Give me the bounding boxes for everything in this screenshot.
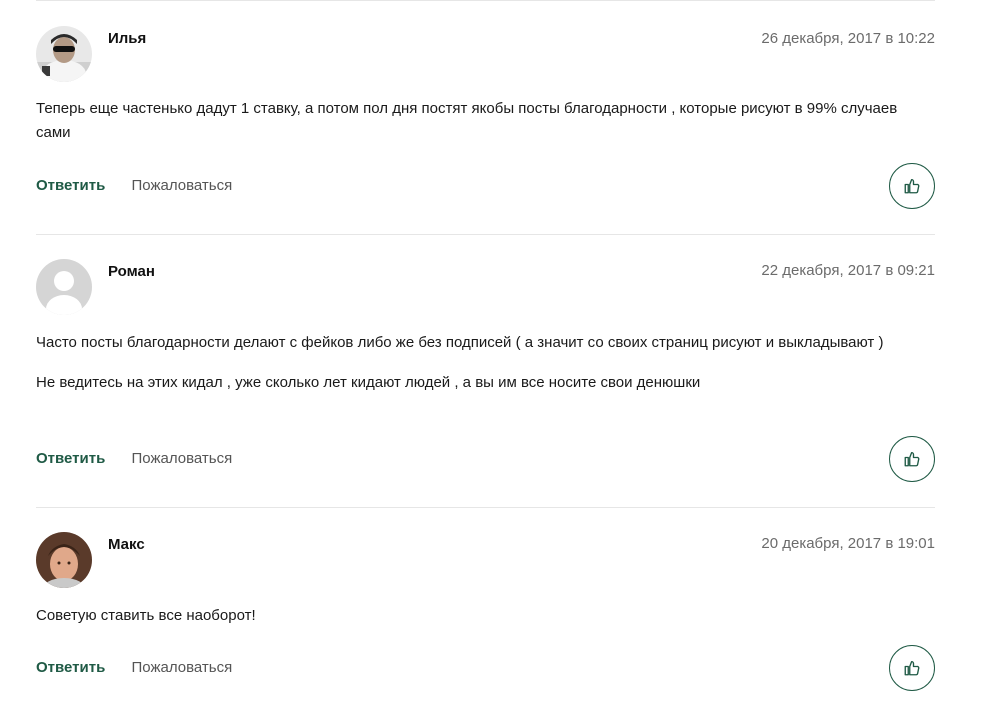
comment-text: Теперь еще частенько дадут 1 ставку, а п… bbox=[36, 97, 916, 161]
avatar bbox=[36, 532, 92, 588]
reply-button[interactable]: Ответить bbox=[36, 450, 105, 467]
comment-divider bbox=[36, 507, 935, 508]
comment-paragraph: Не ведитесь на этих кидал , уже сколько … bbox=[36, 374, 701, 391]
avatar bbox=[36, 26, 92, 82]
thumbs-up-icon bbox=[904, 451, 920, 467]
comment-actions: Ответить Пожаловаться bbox=[36, 177, 232, 194]
comment-paragraph: Теперь еще частенько дадут 1 ставку, а п… bbox=[36, 100, 898, 141]
report-button[interactable]: Пожаловаться bbox=[132, 177, 233, 194]
thumbs-up-icon bbox=[904, 660, 920, 676]
like-button[interactable] bbox=[889, 163, 935, 209]
comment-author: Илья bbox=[108, 30, 147, 47]
comment-actions: Ответить Пожаловаться bbox=[36, 450, 232, 467]
reply-button[interactable]: Ответить bbox=[36, 177, 105, 194]
comment-date: 26 декабря, 2017 в 10:22 bbox=[761, 30, 935, 47]
comment-paragraph: Часто посты благодарности делают с фейко… bbox=[36, 334, 884, 351]
comment-divider bbox=[36, 234, 935, 235]
avatar-default-user-placeholder bbox=[36, 259, 92, 315]
avatar-photo-face bbox=[36, 532, 92, 588]
comment-text: Советую ставить все наоборот! bbox=[36, 604, 916, 644]
comment-author: Макс bbox=[108, 536, 145, 553]
comment-date: 22 декабря, 2017 в 09:21 bbox=[761, 262, 935, 279]
top-divider bbox=[36, 0, 935, 1]
avatar bbox=[36, 259, 92, 315]
report-button[interactable]: Пожаловаться bbox=[132, 450, 233, 467]
thumbs-up-icon bbox=[904, 178, 920, 194]
comment-author: Роман bbox=[108, 263, 155, 280]
reply-button[interactable]: Ответить bbox=[36, 659, 105, 676]
report-button[interactable]: Пожаловаться bbox=[132, 659, 233, 676]
comment-paragraph: Советую ставить все наоборот! bbox=[36, 607, 256, 624]
avatar-photo-sunglasses bbox=[36, 26, 92, 82]
comment-actions: Ответить Пожаловаться bbox=[36, 659, 232, 676]
comment-date: 20 декабря, 2017 в 19:01 bbox=[761, 535, 935, 552]
like-button[interactable] bbox=[889, 436, 935, 482]
like-button[interactable] bbox=[889, 645, 935, 691]
comment-text: Часто посты благодарности делают с фейко… bbox=[36, 331, 916, 411]
